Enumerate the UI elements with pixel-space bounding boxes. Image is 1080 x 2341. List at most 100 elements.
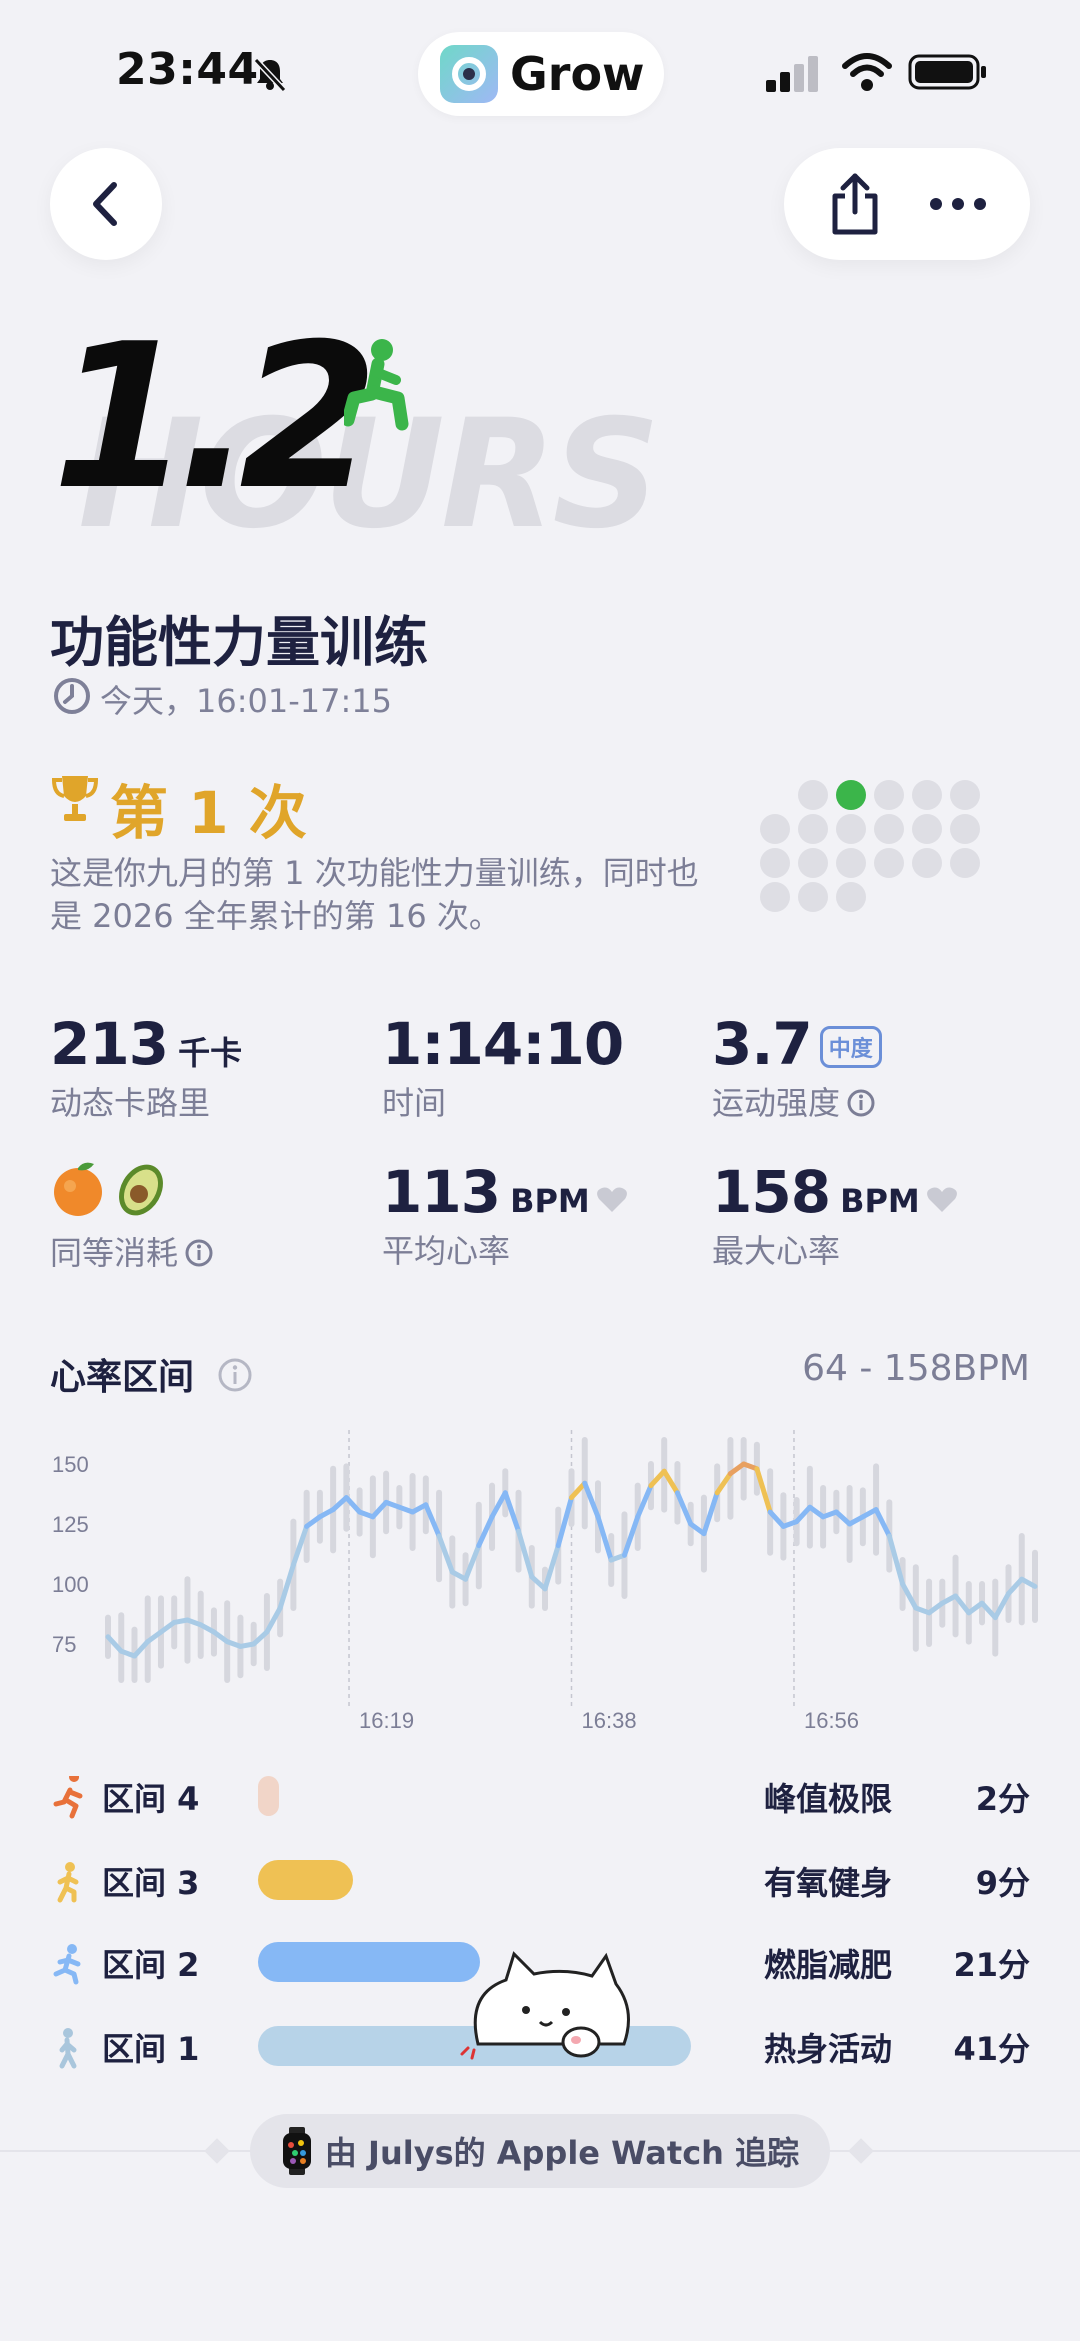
zone-bar [258, 1776, 280, 1816]
run-icon [53, 1944, 81, 1985]
highlighted-day-dot [836, 780, 866, 810]
max-hr-value: 158 [712, 1158, 831, 1226]
calories-stat: 213 千卡 动态卡路里 [50, 1010, 242, 1124]
day-dot [798, 882, 828, 912]
day-dot [912, 814, 942, 844]
avg-hr-stat: 113 BPM 平均心率 [382, 1158, 628, 1272]
walk-icon [59, 2028, 77, 2069]
day-dot [836, 882, 866, 912]
trophy-icon [51, 776, 99, 821]
zone-name: 峰值极限 [764, 1780, 893, 1818]
day-dot [912, 848, 942, 878]
calories-unit: 千卡 [178, 1034, 243, 1072]
info-icon[interactable] [217, 1357, 253, 1393]
duration-value: 1:14:10 [382, 1010, 624, 1078]
x-tick-label: 16:56 [804, 1708, 859, 1733]
avg-hr-label: 平均心率 [382, 1232, 511, 1270]
x-tick-label: 16:19 [359, 1708, 414, 1733]
zone-duration: 21分 [953, 1946, 1030, 1984]
zone-duration: 2分 [975, 1780, 1030, 1818]
y-tick-label: 150 [52, 1452, 89, 1477]
duration-label: 时间 [382, 1084, 447, 1122]
app-name: Grow [510, 47, 645, 101]
achievement-description: 这是你九月的第 1 次功能性力量训练，同时也是 2026 全年累计的第 16 次… [50, 854, 699, 936]
day-dot [760, 882, 790, 912]
bell-muted-icon [253, 57, 287, 93]
day-dot [798, 780, 828, 810]
day-dot [760, 814, 790, 844]
cellular-signal-icon [766, 56, 818, 92]
avg-hr-value: 113 [382, 1158, 501, 1226]
action-pill [784, 148, 1030, 260]
zone-row: 区间 4 峰值极限 2分 [50, 1766, 1030, 1826]
hr-zones-title: 心率区间 [50, 1348, 253, 1400]
intensity-label: 运动强度 [712, 1084, 841, 1122]
y-tick-label: 100 [52, 1572, 89, 1597]
intensity-stat[interactable]: 3.7 中度 运动强度 [712, 1010, 882, 1124]
day-dot [798, 848, 828, 878]
achievement-title: 第 1 次 [110, 779, 307, 847]
chevron-left-icon [93, 182, 117, 226]
day-dot [836, 848, 866, 878]
equivalent-stat[interactable]: 同等消耗 [50, 1158, 214, 1274]
tracked-by-badge: 由 Julys的 Apple Watch 追踪 [250, 2114, 830, 2188]
zone-label: 区间 2 [102, 1946, 200, 1984]
y-tick-label: 75 [52, 1632, 76, 1657]
diamond-ornament [204, 2138, 230, 2164]
hr-zones-title-text: 心率区间 [50, 1357, 195, 1398]
info-icon[interactable] [184, 1238, 214, 1268]
max-hr-stat: 158 BPM 最大心率 [712, 1158, 958, 1272]
day-dot [836, 814, 866, 844]
diamond-ornament [848, 2138, 874, 2164]
apple-watch-icon [282, 2127, 311, 2175]
orange-icon [54, 1162, 102, 1216]
max-hr-label: 最大心率 [712, 1232, 841, 1270]
x-tick-label: 16:38 [582, 1708, 637, 1733]
app-indicator-pill[interactable]: Grow [418, 32, 664, 116]
hr-range: 64 - 158BPM [802, 1348, 1030, 1389]
zone-label: 区间 4 [102, 1780, 200, 1818]
day-dot [950, 848, 980, 878]
day-dot [874, 780, 904, 810]
zone-duration: 41分 [953, 2030, 1030, 2068]
avg-hr-unit: BPM [510, 1182, 590, 1220]
zone-label: 区间 3 [102, 1864, 200, 1902]
intensity-value: 3.7 [712, 1010, 813, 1078]
day-dot [950, 780, 980, 810]
workout-title: 功能性力量训练 [50, 611, 428, 674]
wifi-icon [842, 53, 892, 91]
calories-value: 213 [50, 1010, 169, 1078]
heart-rate-chart[interactable]: 150 125 100 75 16:19 16:38 16:56 [40, 1420, 1050, 1740]
grow-logo-icon [440, 45, 498, 103]
workout-time-range: 今天，16:01-17:15 [100, 682, 392, 720]
clock-icon [54, 678, 90, 714]
info-icon[interactable] [846, 1088, 876, 1118]
back-button[interactable] [50, 148, 162, 260]
day-dot [874, 814, 904, 844]
lunge-icon [344, 339, 409, 431]
zone-name: 燃脂减肥 [764, 1946, 893, 1984]
heart-icon [926, 1187, 957, 1212]
tracked-by-text: 由 Julys的 Apple Watch 追踪 [324, 2134, 800, 2172]
day-dot [798, 814, 828, 844]
calories-label: 动态卡路里 [50, 1084, 211, 1122]
max-hr-unit: BPM [840, 1182, 920, 1220]
battery-icon [908, 54, 986, 90]
day-dot [912, 780, 942, 810]
duration-hours-value: 1.2 [52, 301, 378, 534]
sprint-icon [53, 1776, 83, 1819]
heart-icon [596, 1187, 627, 1212]
day-dot [760, 848, 790, 878]
status-time: 23:44 [116, 44, 259, 95]
zone-label: 区间 1 [102, 2030, 200, 2068]
share-icon[interactable] [827, 172, 883, 236]
zone-name: 有氧健身 [764, 1864, 893, 1902]
y-tick-label: 125 [52, 1512, 89, 1537]
jog-icon [57, 1862, 79, 1903]
duration-stat: 1:14:10 时间 [382, 1010, 624, 1124]
avocado-icon [119, 1164, 164, 1216]
zone-duration: 9分 [975, 1864, 1030, 1902]
more-icon[interactable] [928, 194, 988, 214]
day-dot [950, 814, 980, 844]
intensity-badge: 中度 [819, 1026, 882, 1068]
